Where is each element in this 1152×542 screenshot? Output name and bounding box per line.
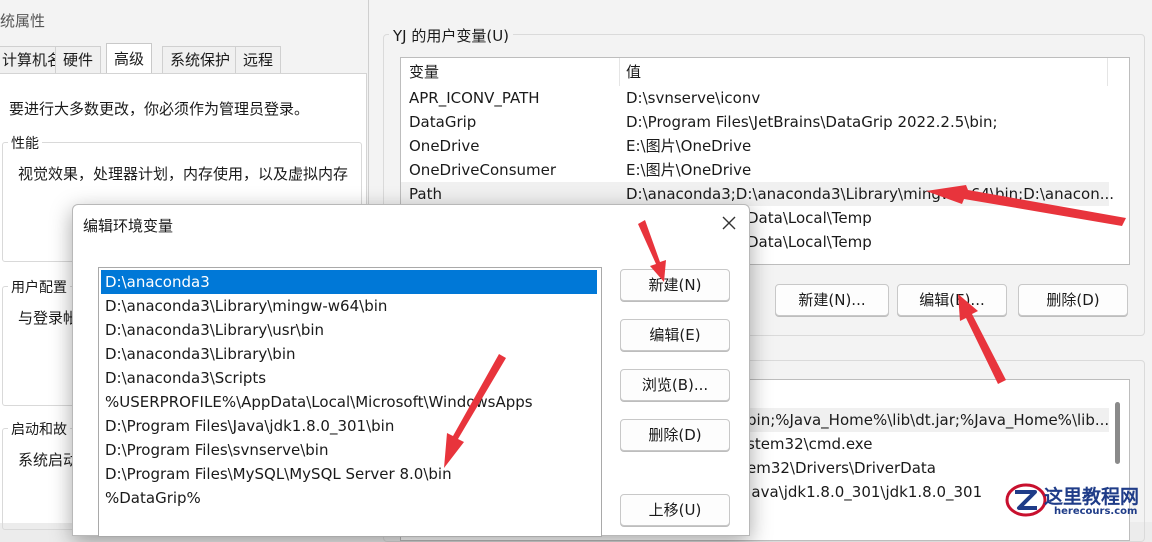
var-value: Data\Local\Temp <box>747 209 872 227</box>
path-item-selected[interactable]: D:\anaconda3 <box>101 270 597 294</box>
performance-label: 性能 <box>8 133 42 153</box>
var-value: E:\图片\OneDrive <box>626 161 752 179</box>
var-value: D:\svnserve\iconv <box>626 89 761 107</box>
column-header-variable[interactable]: 变量 <box>409 60 439 84</box>
var-value: D:\anaconda3;D:\anaconda3\Library\mingw-… <box>626 185 1115 203</box>
path-item[interactable]: D:\Program Files\Java\jdk1.8.0_301\bin <box>101 414 597 438</box>
startup-label: 启动和故 <box>8 419 70 439</box>
watermark-logo: 这里教程网 herecours.com <box>1004 478 1152 522</box>
table-row[interactable]: OneDriveConsumer E:\图片\OneDrive <box>401 158 1109 182</box>
table-row-selected[interactable]: Path D:\anaconda3;D:\anaconda3\Library\m… <box>401 182 1114 206</box>
path-edit-button[interactable]: 编辑(E) <box>620 319 730 351</box>
admin-note: 要进行大多数更改，你必须作为管理员登录。 <box>9 100 310 118</box>
var-name: DataGrip <box>409 113 477 131</box>
path-item[interactable]: D:\anaconda3\Scripts <box>101 366 597 390</box>
table-row[interactable]: DataGrip D:\Program Files\JetBrains\Data… <box>401 110 1109 134</box>
column-separator-end <box>1107 58 1108 86</box>
var-value: stem32\cmd.exe <box>747 435 873 453</box>
user-variables-label: YJ 的用户变量(U) <box>389 25 514 46</box>
var-name: OneDrive <box>409 137 480 155</box>
close-button[interactable] <box>717 211 741 235</box>
path-item[interactable]: D:\anaconda3\Library\usr\bin <box>101 318 597 342</box>
tab-remote[interactable]: 远程 <box>235 46 282 74</box>
path-item[interactable]: %DataGrip% <box>101 486 597 510</box>
column-header-value[interactable]: 值 <box>626 60 641 84</box>
var-value: D:\Program Files\JetBrains\DataGrip 2022… <box>626 113 998 131</box>
startup-description: 系统启动 <box>18 451 79 469</box>
path-item[interactable]: %USERPROFILE%\AppData\Local\Microsoft\Wi… <box>101 390 597 414</box>
path-delete-button[interactable]: 删除(D) <box>620 419 730 451</box>
path-item[interactable]: D:\anaconda3\Library\bin <box>101 342 597 366</box>
column-separator[interactable] <box>619 58 620 86</box>
path-item[interactable]: D:\anaconda3\Library\mingw-w64\bin <box>101 294 597 318</box>
var-value: E:\图片\OneDrive <box>626 137 752 155</box>
list-header: 变量 值 <box>401 60 1109 84</box>
path-browse-button[interactable]: 浏览(B)... <box>620 369 730 401</box>
var-name: APR_ICONV_PATH <box>409 89 540 107</box>
logo-icon <box>1005 483 1047 517</box>
var-name: OneDriveConsumer <box>409 161 557 179</box>
edit-env-variable-dialog: 编辑环境变量 D:\anaconda3 D:\anaconda3\Library… <box>72 204 750 537</box>
path-item[interactable]: D:\Program Files\svnserve\bin <box>101 438 597 462</box>
tab-advanced[interactable]: 高级 <box>106 43 153 75</box>
path-move-up-button[interactable]: 上移(U) <box>620 494 730 526</box>
performance-description: 视觉效果，处理器计划，内存使用，以及虚拟内存 <box>18 165 349 183</box>
logo-text-cn: 这里教程网 <box>1044 486 1140 508</box>
tab-hardware[interactable]: 硬件 <box>55 46 102 74</box>
logo-text-en: herecours.com <box>1054 506 1138 517</box>
path-new-button[interactable]: 新建(N) <box>620 269 730 301</box>
table-row[interactable]: APR_ICONV_PATH D:\svnserve\iconv <box>401 86 1109 110</box>
window-title: 统属性 <box>0 12 46 30</box>
user-profile-description: 与登录帐 <box>18 309 79 327</box>
var-value: bin;%Java_Home%\lib\dt.jar;%Java_Home%\l… <box>747 411 1110 429</box>
user-var-new-button[interactable]: 新建(N)... <box>775 284 889 316</box>
tab-system-protection[interactable]: 系统保护 <box>162 46 239 74</box>
var-value: Java\jdk1.8.0_301\jdk1.8.0_301 <box>747 483 983 501</box>
var-value: Data\Local\Temp <box>747 233 872 251</box>
var-value: em32\Drivers\DriverData <box>747 459 936 477</box>
var-name: Path <box>409 185 442 203</box>
dialog-title: 编辑环境变量 <box>83 217 174 235</box>
table-row[interactable]: OneDrive E:\图片\OneDrive <box>401 134 1109 158</box>
path-list[interactable]: D:\anaconda3 D:\anaconda3\Library\mingw-… <box>98 267 602 537</box>
scrollbar-thumb[interactable] <box>1115 402 1120 464</box>
user-var-delete-button[interactable]: 删除(D) <box>1018 284 1128 316</box>
path-item[interactable]: D:\Program Files\MySQL\MySQL Server 8.0\… <box>101 462 597 486</box>
user-var-edit-button[interactable]: 编辑(E)... <box>897 284 1007 316</box>
close-icon <box>722 216 736 230</box>
user-profile-label: 用户配置 <box>8 277 70 297</box>
